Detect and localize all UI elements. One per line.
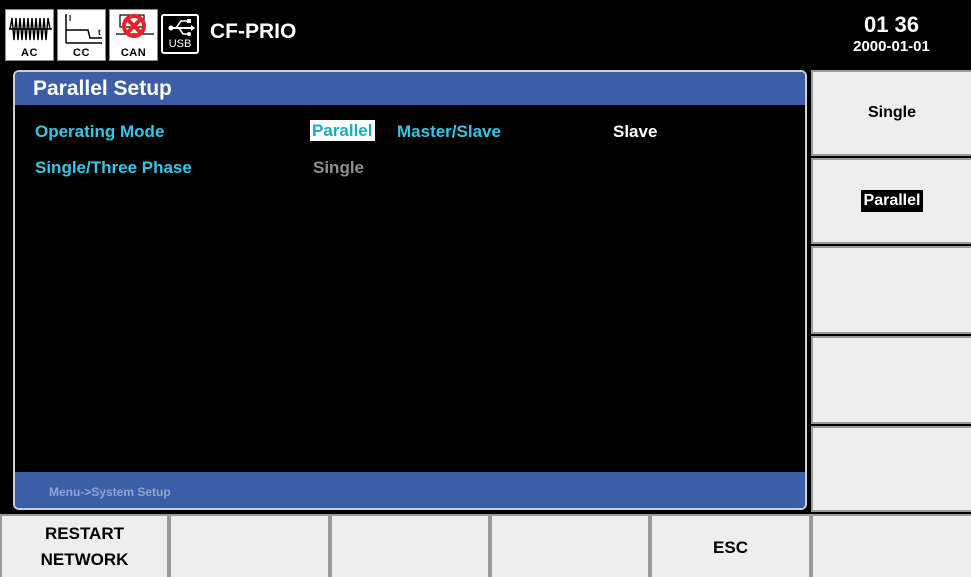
softkey-4[interactable] (811, 336, 971, 424)
usb-symbol-icon (168, 19, 195, 36)
master-slave-value[interactable]: Slave (613, 122, 657, 142)
cc-mode-indicator: I t CC (57, 9, 106, 61)
operating-mode-value[interactable]: Parallel (310, 120, 375, 141)
ac-waveform-icon (9, 17, 52, 41)
phase-value[interactable]: Single (313, 158, 364, 178)
softkey-5[interactable] (811, 426, 971, 512)
can-status-indicator: CAN (109, 9, 158, 61)
can-error-icon (116, 14, 154, 38)
operating-mode-label: Operating Mode (35, 122, 165, 141)
status-bar: AC I t CC CAN USB CF-PRIO 01 36 2000-01-… (0, 0, 971, 68)
cc-curve-icon: I t (65, 14, 102, 44)
mode-title: CF-PRIO (210, 20, 297, 43)
ac-label: AC (21, 47, 38, 59)
esc-label: ESC (713, 538, 748, 557)
can-label: CAN (120, 47, 147, 59)
softkey-3[interactable] (811, 246, 971, 334)
clock-date: 2000-01-01 (853, 38, 930, 55)
softkey-single-label: Single (867, 104, 916, 121)
bottom-key-3[interactable] (330, 514, 490, 577)
phase-label: Single/Three Phase (35, 158, 192, 177)
softkey-parallel[interactable]: Parallel (811, 158, 971, 244)
svg-text:I: I (69, 14, 71, 23)
operating-mode-selected[interactable]: Parallel (310, 120, 375, 141)
usb-icon: USB (161, 14, 199, 54)
restart-network-line2: NETWORK (40, 550, 129, 569)
usb-label: USB (168, 38, 192, 50)
svg-text:t: t (98, 28, 101, 37)
ac-mode-indicator: AC (5, 9, 54, 61)
panel-header: Parallel Setup (15, 72, 805, 105)
breadcrumb: Menu->System Setup (49, 485, 171, 499)
esc-button[interactable]: ESC (650, 514, 811, 577)
restart-network-button[interactable]: RESTART NETWORK (0, 514, 169, 577)
cc-label: CC (73, 47, 90, 59)
parallel-setup-panel: Parallel Setup Operating Mode Parallel M… (13, 70, 807, 510)
panel-footer: Menu->System Setup (15, 472, 805, 508)
master-slave-label: Master/Slave (397, 122, 501, 141)
bottom-key-2[interactable] (169, 514, 330, 577)
softkey-parallel-label: Parallel (860, 190, 924, 212)
softkey-single[interactable]: Single (811, 70, 971, 156)
bottom-key-4[interactable] (490, 514, 650, 577)
page-title: Parallel Setup (33, 77, 172, 100)
restart-network-line1: RESTART (44, 524, 124, 543)
bottom-key-6[interactable] (811, 514, 971, 577)
clock-time: 01 36 (863, 12, 920, 37)
